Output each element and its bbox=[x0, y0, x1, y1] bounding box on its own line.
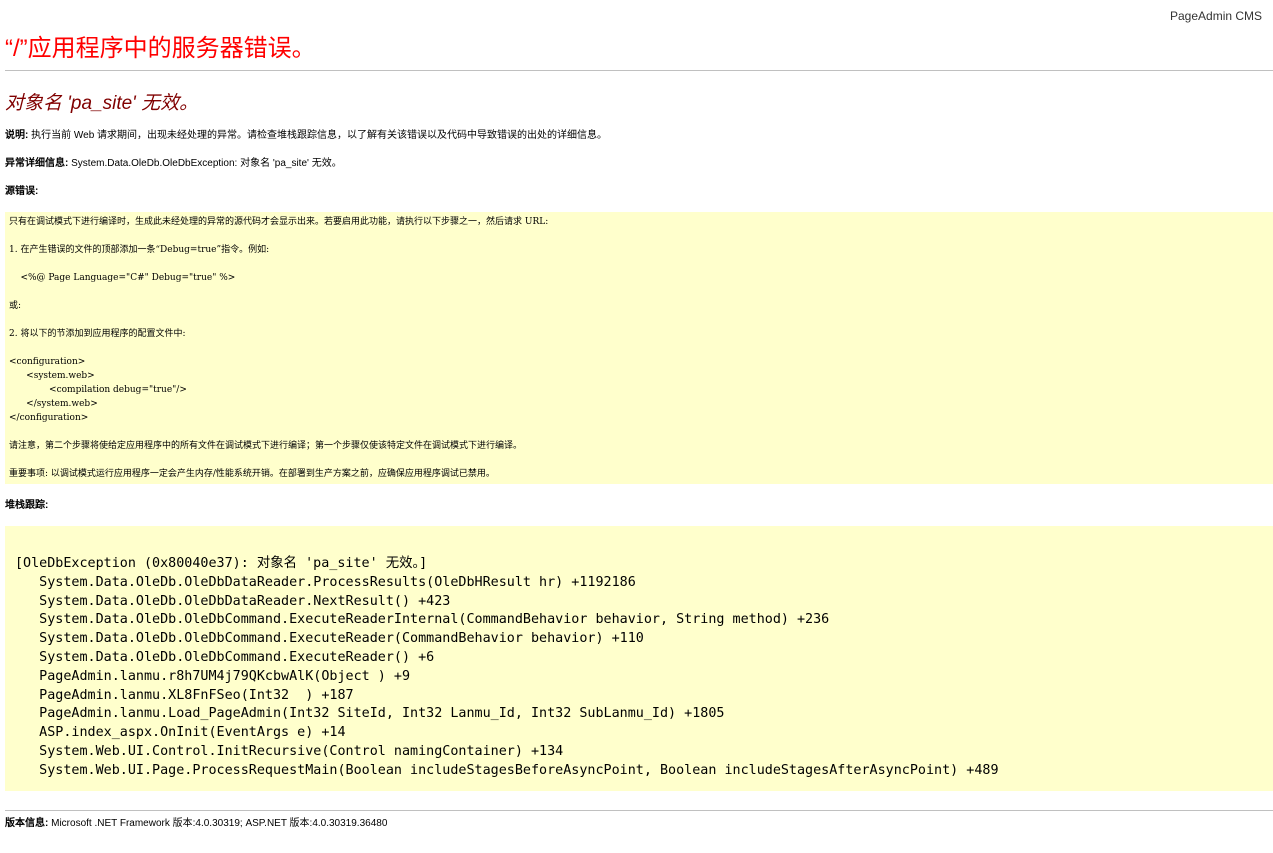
source-error-label: 源错误: bbox=[5, 186, 39, 197]
source-error-heading: 源错误: bbox=[5, 185, 38, 199]
stack-trace-heading: 堆栈跟踪: bbox=[5, 499, 48, 513]
error-message: 对象名 'pa_site' 无效。 bbox=[5, 93, 199, 114]
description-label: 说明: bbox=[5, 130, 29, 141]
exception-details-line: 异常详细信息: System.Data.OleDb.OleDbException… bbox=[5, 157, 342, 171]
source-error-text: 只有在调试模式下进行编译时，生成此未经处理的异常的源代码才会显示出来。若要启用此… bbox=[9, 217, 549, 479]
description-line: 说明: 执行当前 Web 请求期间，出现未经处理的异常。请检查堆栈跟踪信息，以了… bbox=[5, 129, 607, 143]
stack-trace-label: 堆栈跟踪: bbox=[5, 500, 49, 511]
brand-label: PageAdmin CMS bbox=[1170, 9, 1263, 23]
exception-details-text: System.Data.OleDb.OleDbException: 对象名 'p… bbox=[68, 158, 342, 169]
version-info-label: 版本信息: bbox=[5, 818, 49, 829]
exception-details-label: 异常详细信息: bbox=[5, 158, 69, 169]
bookmark-bar bbox=[0, 0, 1273, 7]
divider bbox=[5, 70, 1273, 71]
page-title: “/”应用程序中的服务器错误。 bbox=[5, 35, 316, 62]
version-info-text: Microsoft .NET Framework 版本:4.0.30319; A… bbox=[48, 818, 388, 829]
version-info-line: 版本信息: Microsoft .NET Framework 版本:4.0.30… bbox=[5, 817, 387, 831]
stack-trace-text: [OleDbException (0x80040e37): 对象名 'pa_si… bbox=[15, 556, 999, 778]
description-text: 执行当前 Web 请求期间，出现未经处理的异常。请检查堆栈跟踪信息，以了解有关该… bbox=[28, 130, 608, 141]
source-error-box: 只有在调试模式下进行编译时，生成此未经处理的异常的源代码才会显示出来。若要启用此… bbox=[5, 212, 1273, 484]
divider bbox=[5, 810, 1273, 811]
stack-trace-box: [OleDbException (0x80040e37): 对象名 'pa_si… bbox=[5, 526, 1273, 791]
